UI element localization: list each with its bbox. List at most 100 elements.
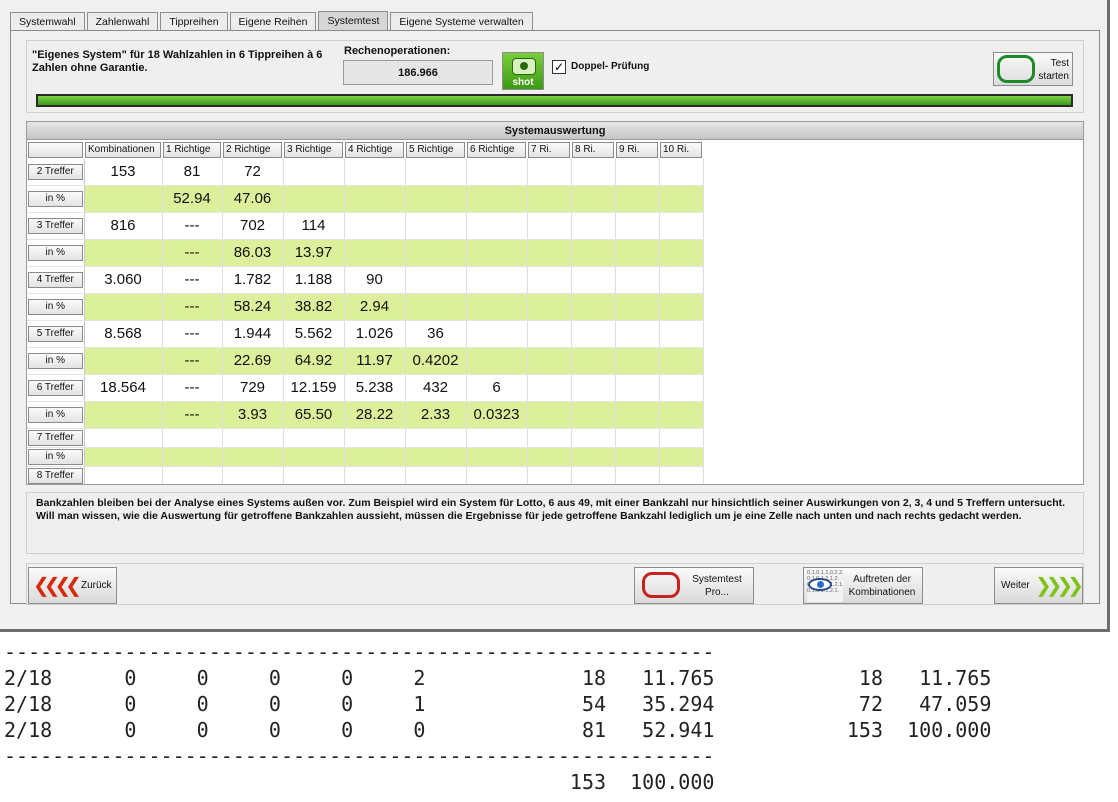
table-row: 2 Treffer 153 81 72 [27, 159, 1083, 186]
value-cell [659, 159, 704, 186]
percent-cell: 64.92 [283, 347, 345, 375]
percent-cell [344, 447, 406, 467]
value-cell [571, 212, 616, 240]
treffer-row-button[interactable]: 4 Treffer [28, 272, 83, 288]
screenshot-button[interactable]: shot [502, 52, 544, 90]
app-window: Systemwahl Zahlenwahl Tippreihen Eigene Rei… [0, 0, 1110, 632]
systemtest-pro-button[interactable]: Systemtest Pro... [634, 567, 754, 604]
next-button[interactable]: Weiter ❯❯❯❯ [994, 567, 1084, 604]
value-cell [571, 374, 616, 402]
value-cell: --- [162, 374, 223, 402]
console-line: ----------------------------------------… [4, 640, 715, 664]
percent-cell [283, 447, 345, 467]
tab-systemtest[interactable]: Systemtest [318, 11, 389, 31]
value-cell [527, 212, 572, 240]
value-cell: 5.562 [283, 320, 345, 348]
tab-zahlenwahl[interactable]: Zahlenwahl [86, 12, 159, 31]
percent-cell [615, 401, 660, 429]
test-start-button[interactable]: Test starten [993, 52, 1073, 86]
treffer-row-button[interactable]: 2 Treffer [28, 164, 83, 180]
stethoscope-icon [997, 55, 1035, 83]
doppel-pruefung-checkbox[interactable]: ✓ [552, 60, 566, 74]
treffer-row-button[interactable]: 5 Treffer [28, 326, 83, 342]
row-header-cell: 3 Treffer [27, 212, 85, 240]
percent-cell [659, 293, 704, 321]
value-cell [527, 428, 572, 448]
bottom-button-bar: ❮❮❮❮ Zurück Systemtest Pro... 0.1.0.1.1.… [26, 563, 1084, 605]
percent-cell [405, 239, 467, 267]
percent-cell: 22.69 [222, 347, 284, 375]
treffer-row-button[interactable]: 8 Treffer [28, 468, 83, 484]
percent-cell [405, 293, 467, 321]
value-cell: 3.060 [84, 266, 163, 294]
back-button[interactable]: ❮❮❮❮ Zurück [28, 567, 117, 604]
percent-cell: 2.94 [344, 293, 406, 321]
percent-cell: 86.03 [222, 239, 284, 267]
percent-row-button[interactable]: in % [28, 191, 83, 207]
table-row: 3 Treffer 816 --- 702 114 [27, 212, 1083, 240]
treffer-row-button[interactable]: 7 Treffer [28, 430, 83, 446]
column-header[interactable]: 7 Ri. [528, 142, 570, 158]
treffer-row-button[interactable]: 3 Treffer [28, 218, 83, 234]
column-header[interactable]: 6 Richtige [467, 142, 526, 158]
row-header-cell: in % [27, 347, 85, 375]
percent-row-button[interactable]: in % [28, 245, 83, 261]
systemauswertung-area: Systemauswertung Kombinationen 1 Richtige… [26, 121, 1084, 485]
column-header[interactable]: 9 Ri. [616, 142, 658, 158]
percent-cell [571, 447, 616, 467]
row-spacer [703, 466, 1083, 484]
row-header-cell: in % [27, 185, 85, 213]
console-line: 153 100.000 [4, 770, 715, 794]
percent-cell [659, 185, 704, 213]
value-cell [405, 212, 467, 240]
tab-eigene-reihen[interactable]: Eigene Reihen [229, 12, 317, 31]
value-cell: 12.159 [283, 374, 345, 402]
percent-cell [615, 185, 660, 213]
value-cell [527, 159, 572, 186]
back-label: Zurück [81, 580, 112, 591]
value-cell [466, 320, 528, 348]
percent-cell [283, 185, 345, 213]
percent-cell [571, 347, 616, 375]
value-cell: --- [162, 266, 223, 294]
percent-cell [344, 185, 406, 213]
tab-systemwahl[interactable]: Systemwahl [10, 12, 85, 31]
systemtest-pro-label: Systemtest Pro... [692, 574, 742, 598]
percent-cell [615, 447, 660, 467]
percent-row-button[interactable]: in % [28, 353, 83, 369]
value-cell [405, 266, 467, 294]
value-cell [659, 374, 704, 402]
column-header[interactable]: 10 Ri. [660, 142, 702, 158]
console-line: 2/18 0 0 0 0 0 81 52.941 153 100.000 [4, 718, 992, 742]
value-cell [659, 212, 704, 240]
value-cell [571, 266, 616, 294]
percent-cell: 11.97 [344, 347, 406, 375]
value-cell: 432 [405, 374, 467, 402]
percent-row-button[interactable]: in % [28, 449, 83, 465]
percent-cell: --- [162, 239, 223, 267]
row-spacer [703, 428, 1083, 448]
percent-row-button[interactable]: in % [28, 299, 83, 315]
column-header[interactable]: 8 Ri. [572, 142, 614, 158]
tab-eigene-systeme-verwalten[interactable]: Eigene Systeme verwalten [390, 12, 533, 31]
column-header[interactable]: 3 Richtige [284, 142, 343, 158]
column-header[interactable]: 2 Richtige [223, 142, 282, 158]
treffer-row-button[interactable]: 6 Treffer [28, 380, 83, 396]
column-header[interactable]: 4 Richtige [345, 142, 404, 158]
percent-cell [527, 185, 572, 213]
percent-cell [659, 401, 704, 429]
column-header[interactable]: 5 Richtige [406, 142, 465, 158]
column-header-row: Kombinationen 1 Richtige 2 Richtige 3 Richt… [27, 141, 1083, 159]
percent-cell [571, 239, 616, 267]
value-cell [659, 266, 704, 294]
percent-row-button[interactable]: in % [28, 407, 83, 423]
column-header[interactable]: Kombinationen [85, 142, 161, 158]
tab-tippreihen[interactable]: Tippreihen [160, 12, 228, 31]
column-header[interactable]: 1 Richtige [163, 142, 221, 158]
console-line: 2/18 0 0 0 0 1 54 35.294 72 47.059 [4, 692, 992, 716]
value-cell [615, 320, 660, 348]
auftreten-kombinationen-button[interactable]: 0.1.0.1.1.0.2.2. 0.1.0.1.2.1.2. 0.1.0.1.… [803, 567, 923, 604]
eye-icon [808, 578, 832, 591]
row-header-cell: 4 Treffer [27, 266, 85, 294]
value-cell [405, 428, 467, 448]
